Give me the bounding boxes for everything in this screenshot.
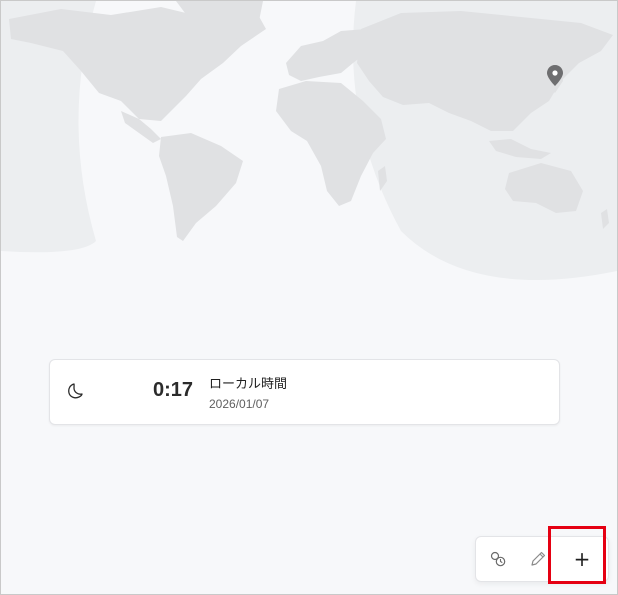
south-america [159, 133, 243, 241]
add-clock-button[interactable]: + [558, 537, 606, 581]
clock-date: 2026/01/07 [209, 397, 270, 411]
moon-icon [68, 383, 83, 399]
compare-button[interactable] [478, 537, 518, 581]
local-time-card[interactable]: 0:17 ローカル時間 2026/01/07 [49, 359, 560, 425]
edit-button[interactable] [518, 537, 558, 581]
pencil-icon [531, 551, 546, 566]
compare-icon [490, 551, 506, 567]
clock-time: 0:17 [152, 379, 194, 401]
bottom-toolbar: + [475, 536, 609, 582]
world-clock-window: 0:17 ローカル時間 2026/01/07 + [0, 0, 618, 595]
plus-icon: + [573, 547, 591, 571]
clock-label: ローカル時間 [209, 377, 288, 392]
world-map [1, 1, 617, 280]
